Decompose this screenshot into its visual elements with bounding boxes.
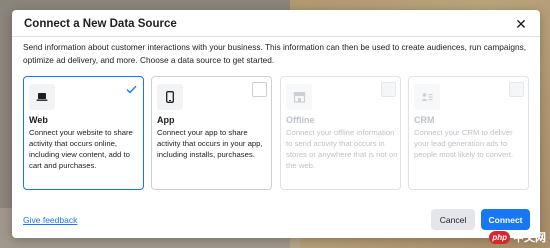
card-description: Connect your CRM to deliver your lead ge… (414, 128, 514, 159)
card-checkbox-web[interactable] (124, 82, 139, 97)
card-title: Web (29, 115, 48, 125)
card-title: App (157, 115, 175, 125)
card-checkbox-app[interactable] (252, 82, 267, 97)
card-title: CRM (414, 115, 435, 125)
data-source-card-web[interactable]: Web Connect your website to share activi… (23, 76, 144, 190)
close-icon[interactable]: ✕ (514, 17, 528, 31)
phone-icon (157, 84, 183, 110)
card-description: Connect your offline information to send… (286, 128, 398, 170)
site-watermark: php 中文网 (489, 230, 546, 244)
connect-button[interactable]: Connect (481, 209, 530, 230)
dialog-description: Send information about customer interact… (23, 42, 527, 65)
card-checkbox-offline (381, 82, 396, 97)
connect-data-source-dialog: Connect a New Data Source ✕ Send informa… (12, 10, 540, 238)
checkmark-icon (126, 85, 137, 94)
header-divider (12, 36, 540, 37)
data-source-card-app[interactable]: App Connect your app to share activity t… (151, 76, 272, 190)
data-source-card-offline: Offline Connect your offline information… (280, 76, 401, 190)
data-source-options: Web Connect your website to share activi… (23, 76, 529, 197)
card-title: Offline (286, 115, 315, 125)
contact-card-icon (414, 84, 440, 110)
watermark-text: 中文网 (513, 232, 546, 244)
dialog-title: Connect a New Data Source (24, 18, 177, 30)
give-feedback-link[interactable]: Give feedback (23, 215, 77, 225)
card-checkbox-crm (509, 82, 524, 97)
cancel-button[interactable]: Cancel (431, 209, 475, 230)
store-icon (286, 84, 312, 110)
card-description: Connect your app to share activity that … (157, 128, 263, 159)
data-source-card-crm: CRM Connect your CRM to deliver your lea… (408, 76, 529, 190)
card-description: Connect your website to share activity t… (29, 128, 133, 170)
watermark-logo: php (489, 230, 510, 244)
laptop-icon (29, 84, 55, 110)
